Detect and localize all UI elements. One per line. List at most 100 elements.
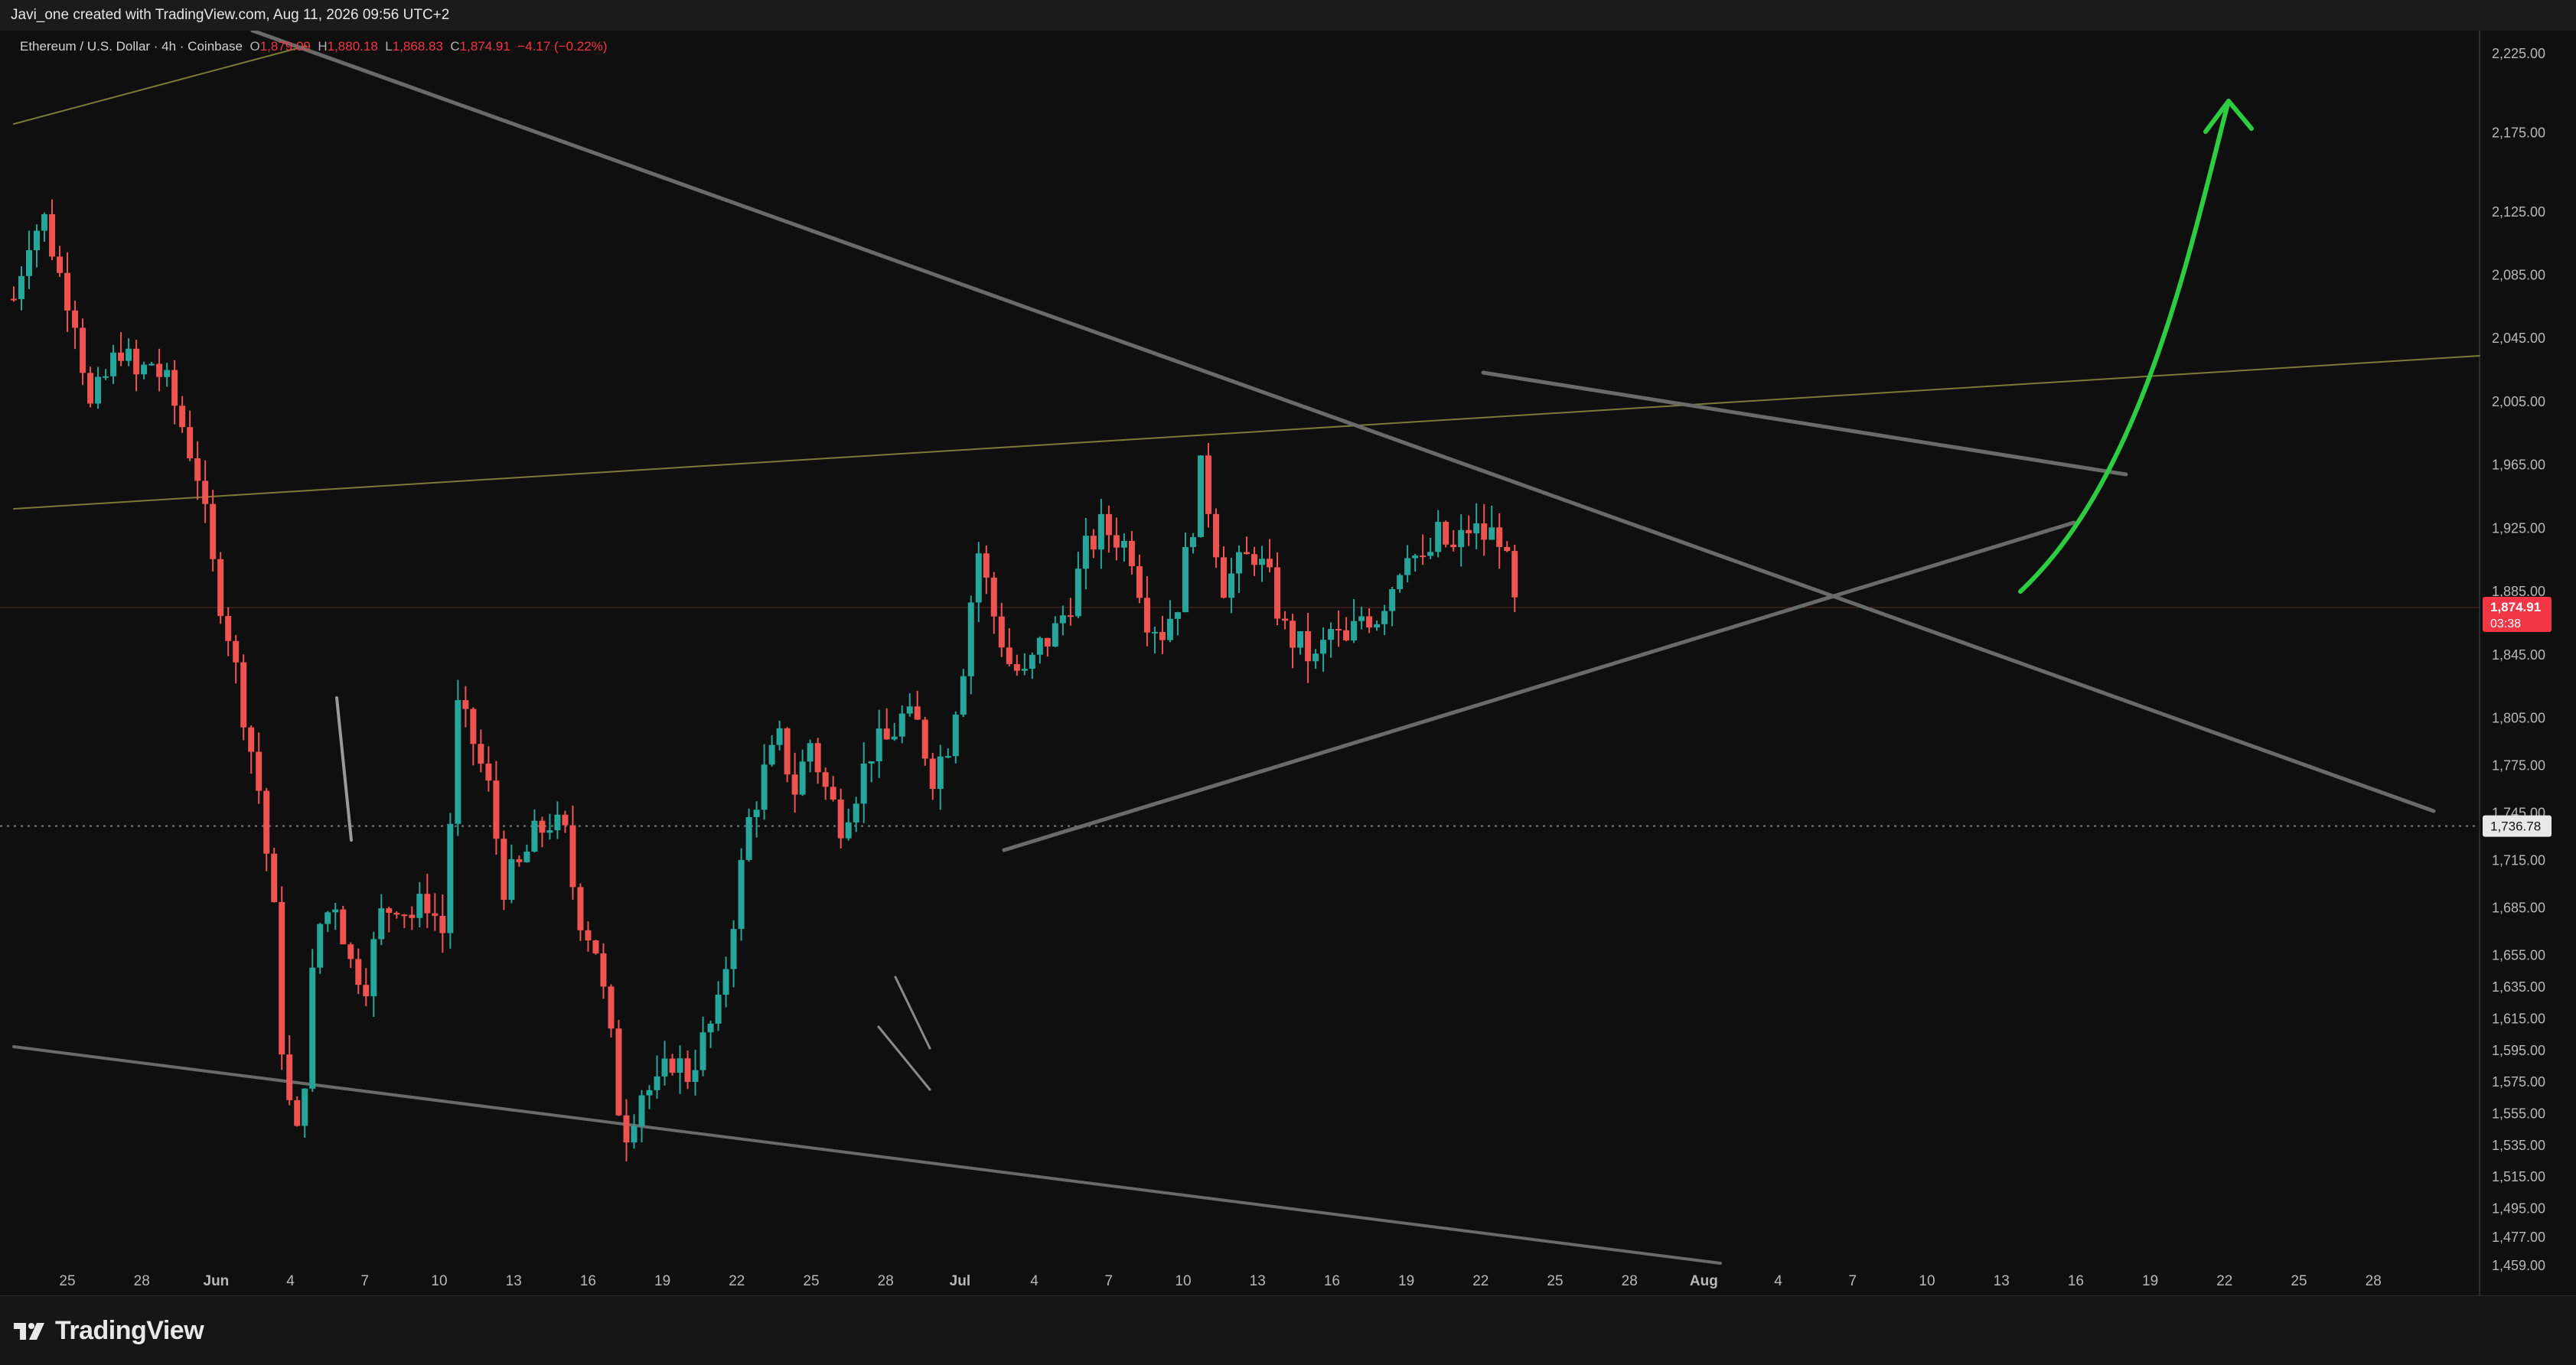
- price-tick-label: 1,845.00: [2492, 647, 2545, 663]
- candle-body: [49, 213, 56, 257]
- candle-body: [960, 676, 967, 715]
- price-tick-label: 1,805.00: [2492, 711, 2545, 726]
- candle-body: [1267, 559, 1273, 568]
- time-tick-label: 19: [654, 1273, 670, 1289]
- time-tick-label: 7: [1849, 1273, 1857, 1289]
- candle-body: [837, 799, 844, 839]
- candle-body: [133, 348, 140, 375]
- candle-body: [546, 830, 553, 833]
- candle-body: [1358, 616, 1365, 621]
- candle-body: [791, 774, 798, 795]
- time-tick-label: 25: [1547, 1273, 1563, 1289]
- candle-body: [41, 213, 48, 231]
- time-tick-label: 13: [506, 1273, 522, 1289]
- candlestick-chart[interactable]: 2,225.00 2,175.00 2,125.00 2,085.00 2,045.00…: [0, 31, 2576, 1296]
- candle-body: [118, 352, 125, 361]
- symbol-legend[interactable]: Ethereum / U.S. Dollar · 4h · Coinbase O…: [20, 39, 608, 54]
- candle-body: [1090, 536, 1097, 550]
- candle-body: [370, 939, 377, 997]
- candle-body: [386, 908, 393, 914]
- candle-body: [294, 1099, 301, 1126]
- candle-body: [424, 894, 431, 914]
- candle-body: [600, 953, 607, 987]
- candle-body: [608, 986, 615, 1029]
- candle-body: [1450, 544, 1457, 548]
- candle-body: [699, 1032, 706, 1070]
- time-tick-label: Aug: [1690, 1273, 1718, 1289]
- chart-background: [0, 31, 2576, 1296]
- candle-body: [776, 728, 783, 745]
- candle-body: [416, 894, 423, 918]
- tradingview-logo[interactable]: TradingView: [12, 1316, 204, 1346]
- time-tick-label: 13: [1994, 1273, 2010, 1289]
- time-tick-label: 4: [1774, 1273, 1782, 1289]
- candle-body: [937, 756, 944, 790]
- price-tick-label: 1,575.00: [2492, 1074, 2545, 1090]
- candle-body: [592, 940, 599, 954]
- candle-body: [439, 916, 446, 933]
- candle-body: [1320, 640, 1327, 654]
- candle-body: [1097, 513, 1104, 550]
- candle-body: [1473, 523, 1480, 533]
- price-tick-label: 1,635.00: [2492, 979, 2545, 995]
- candle-body: [263, 790, 270, 854]
- candle-body: [1044, 637, 1051, 647]
- time-tick-label: 25: [2291, 1273, 2307, 1289]
- candle-body: [569, 825, 576, 888]
- candle-body: [233, 640, 240, 663]
- candle-body: [1220, 557, 1227, 598]
- candle-body: [631, 1126, 637, 1143]
- candle-body: [194, 458, 201, 481]
- candle-body: [11, 298, 17, 301]
- candle-body: [1466, 529, 1472, 533]
- time-tick-label: Jun: [204, 1273, 230, 1289]
- candle-body: [57, 256, 64, 273]
- candle-body: [64, 272, 71, 311]
- candle-body: [845, 822, 852, 839]
- time-tick-label: 13: [1250, 1273, 1266, 1289]
- time-tick-label: 4: [1030, 1273, 1039, 1289]
- price-tick-label: 1,715.00: [2492, 853, 2545, 868]
- close-label: C: [450, 39, 460, 54]
- candle-body: [202, 481, 209, 504]
- price-tick-label: 1,655.00: [2492, 948, 2545, 963]
- price-tick-label: 1,459.00: [2492, 1258, 2545, 1273]
- candle-body: [891, 736, 898, 740]
- candle-body: [1297, 630, 1304, 648]
- candle-body: [409, 914, 416, 918]
- candle-body: [493, 780, 500, 839]
- price-tick-label: 2,125.00: [2492, 204, 2545, 220]
- candle-body: [363, 985, 370, 997]
- candle-body: [998, 616, 1005, 648]
- candle-body: [1113, 535, 1120, 548]
- candle-body: [944, 756, 951, 758]
- candle-body: [1021, 669, 1028, 671]
- high-value: 1,880.18: [327, 39, 378, 54]
- candle-body: [669, 1058, 676, 1073]
- candle-body: [355, 959, 362, 985]
- price-tick-label: 1,535.00: [2492, 1138, 2545, 1153]
- candle-body: [240, 662, 247, 728]
- candle-body: [1006, 647, 1012, 664]
- candle-body: [1511, 551, 1518, 598]
- candle-body: [654, 1076, 660, 1090]
- price-tick-label: 2,045.00: [2492, 331, 2545, 346]
- candle-body: [554, 814, 561, 831]
- candle-body: [1351, 621, 1358, 640]
- time-tick-label: 28: [2366, 1273, 2382, 1289]
- candle-body: [279, 901, 285, 1055]
- candle-body: [730, 929, 737, 969]
- time-tick-label: 22: [729, 1273, 745, 1289]
- candle-body: [401, 914, 408, 917]
- close-value: 1,874.91: [459, 39, 510, 54]
- candle-body: [1228, 573, 1234, 598]
- time-tick-label: 22: [1472, 1273, 1489, 1289]
- time-tick-label: Jul: [950, 1273, 970, 1289]
- candle-body: [1182, 546, 1189, 613]
- candle-body: [562, 814, 569, 826]
- candle-body: [1435, 522, 1442, 552]
- candle-body: [171, 370, 178, 406]
- candle-body: [753, 810, 760, 817]
- time-tick-label: 10: [1175, 1273, 1191, 1289]
- candle-body: [830, 787, 836, 800]
